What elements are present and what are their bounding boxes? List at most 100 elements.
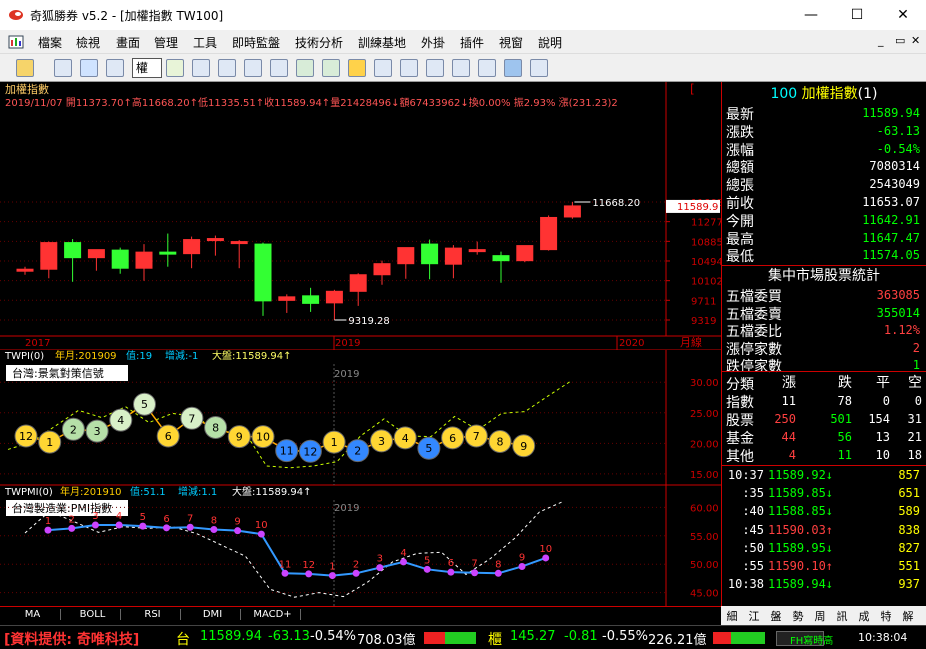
menu-manage[interactable]: 管理 [154, 34, 178, 51]
minimize-button[interactable]: — [788, 0, 834, 30]
line-chart-icon[interactable] [478, 59, 496, 77]
signal-ball-label: 7 [188, 412, 195, 425]
candle-body [135, 251, 153, 269]
tw-index: 11589.94 [200, 629, 263, 644]
mdi-close-button[interactable]: ✕ [911, 34, 920, 47]
twpmi-tick: 55.00 [690, 532, 719, 543]
candle-body [540, 216, 558, 251]
menu-monitor[interactable]: 即時監盤 [232, 34, 280, 51]
quote-key: 最低 [726, 249, 754, 266]
twpi-val: 值:19 [126, 350, 152, 362]
signal-ball-label: 4 [402, 432, 409, 445]
quote-value: 11653.07 [862, 195, 920, 209]
price-tick: 9319 [691, 316, 716, 327]
tab-detail[interactable]: 細 [721, 608, 743, 624]
stack-icon[interactable] [218, 59, 236, 77]
tab-explain[interactable]: 解 [897, 608, 919, 624]
pmi-month-label: 9 [519, 552, 525, 563]
mdi-restore-button[interactable]: ▭ [895, 34, 905, 47]
bar-chart-icon[interactable] [452, 59, 470, 77]
tick-row: :45 11590.03↑ 838 [742, 522, 920, 537]
tab-trend[interactable]: 勢 [787, 608, 809, 624]
tab-jiang[interactable]: 江 [743, 608, 765, 624]
menu-screen[interactable]: 畫面 [116, 34, 140, 51]
price-tick: 10885 [691, 237, 721, 248]
open-folder-icon[interactable] [16, 59, 34, 77]
menu-tools[interactable]: 工具 [193, 34, 217, 51]
image-icon[interactable] [270, 59, 288, 77]
layout-icon[interactable] [106, 59, 124, 77]
tab-pan[interactable]: 盤 [765, 608, 787, 624]
fh-label: FH寫時高 [790, 636, 834, 647]
pmi-point [163, 524, 170, 532]
maximize-button[interactable]: ☐ [834, 0, 880, 30]
tab-news[interactable]: 訊 [831, 608, 853, 624]
list-view-icon[interactable] [54, 59, 72, 77]
pmi-month-label: 9 [234, 517, 240, 528]
twpi-chg: 增減:-1 [165, 350, 198, 362]
pmi-month-label: 2 [353, 559, 359, 570]
tab-macd[interactable]: MACD+ [245, 609, 301, 620]
price-tick: 11277 [691, 218, 721, 229]
menu-file[interactable]: 檔案 [38, 34, 62, 51]
menu-training[interactable]: 訓練基地 [358, 34, 406, 51]
tab-boll[interactable]: BOLL [65, 609, 121, 620]
market-combo[interactable]: 權 [132, 58, 162, 78]
signal-ball-label: 9 [236, 431, 243, 444]
split-view-icon[interactable] [504, 59, 522, 77]
tab-ma[interactable]: MA [5, 609, 61, 620]
tab-week[interactable]: 周 [809, 608, 831, 624]
warning-icon[interactable] [348, 59, 366, 77]
print-icon[interactable] [530, 59, 548, 77]
twpmi-chart[interactable]: TWPMI(0) 年月:201910 值:51.1 增減:1.1 大盤:1158… [0, 486, 721, 606]
sheet2-icon[interactable] [426, 59, 444, 77]
edit-icon[interactable] [296, 59, 314, 77]
pmi-point [115, 521, 123, 529]
chart-tool-icon[interactable] [166, 59, 184, 77]
menu-addons[interactable]: 插件 [460, 34, 484, 51]
twpi-idx: 大盤:11589.94↑ [212, 350, 291, 362]
twpi-chart[interactable]: TWPI(0) 年月:201909 值:19 增減:-1 大盤:11589.94… [0, 350, 721, 486]
table-icon[interactable] [374, 59, 392, 77]
sheet-icon[interactable] [400, 59, 418, 77]
tab-rsi[interactable]: RSI [125, 609, 181, 620]
child-window-icon[interactable] [8, 35, 24, 49]
quote-row: 總額 7080314 [726, 157, 922, 176]
candlestick-chart[interactable]: 加權指數 2019/11/07 開11373.70↑高11668.20↑低113… [0, 82, 721, 350]
pmi-point [91, 521, 99, 529]
copy-icon[interactable] [244, 59, 262, 77]
otc-label: 櫃 [488, 632, 502, 648]
twpmi-idx: 大盤:11589.94↑ [232, 486, 311, 498]
tick-row: :35 11589.85↓ 651 [742, 486, 920, 501]
menu-help[interactable]: 說明 [538, 34, 562, 51]
move-icon[interactable] [80, 59, 98, 77]
pmi-month-label: 1 [329, 562, 335, 573]
candle-body [421, 243, 439, 265]
twpmi-val: 值:51.1 [130, 486, 166, 498]
candle-body [230, 241, 248, 245]
quote-value: 7080314 [869, 159, 920, 174]
tab-dmi[interactable]: DMI [185, 609, 241, 620]
pmi-month-label: 6 [448, 558, 454, 569]
mdi-minimize-button[interactable]: _ [878, 34, 884, 47]
close-button[interactable]: ✕ [880, 0, 926, 30]
candle-body [444, 247, 462, 265]
price-tick: 10494 [691, 257, 721, 268]
x-label-2019: 2019 [335, 338, 360, 349]
menu-analysis[interactable]: 技術分析 [295, 34, 343, 51]
pmi-month-label: 4 [116, 511, 122, 522]
menu-plugin[interactable]: 外掛 [421, 34, 445, 51]
tab-special[interactable]: 特 [875, 608, 897, 624]
pmi-month-label: 7 [471, 559, 477, 570]
menu-view[interactable]: 檢視 [76, 34, 100, 51]
title-bar: 奇狐勝券 v5.2 - [加權指數 TW100] — ☐ ✕ [0, 0, 926, 30]
pencil-icon[interactable] [322, 59, 340, 77]
signal-ball-label: 6 [449, 432, 456, 445]
menu-window[interactable]: 視窗 [499, 34, 523, 51]
price-tick: 10102 [691, 277, 721, 288]
grid-tool-icon[interactable] [192, 59, 210, 77]
toolbar: 權 [0, 54, 926, 82]
signal-ball-label: 1 [46, 436, 53, 449]
tab-volume[interactable]: 成 [853, 608, 875, 624]
tw-pct: -0.54% [310, 629, 356, 644]
